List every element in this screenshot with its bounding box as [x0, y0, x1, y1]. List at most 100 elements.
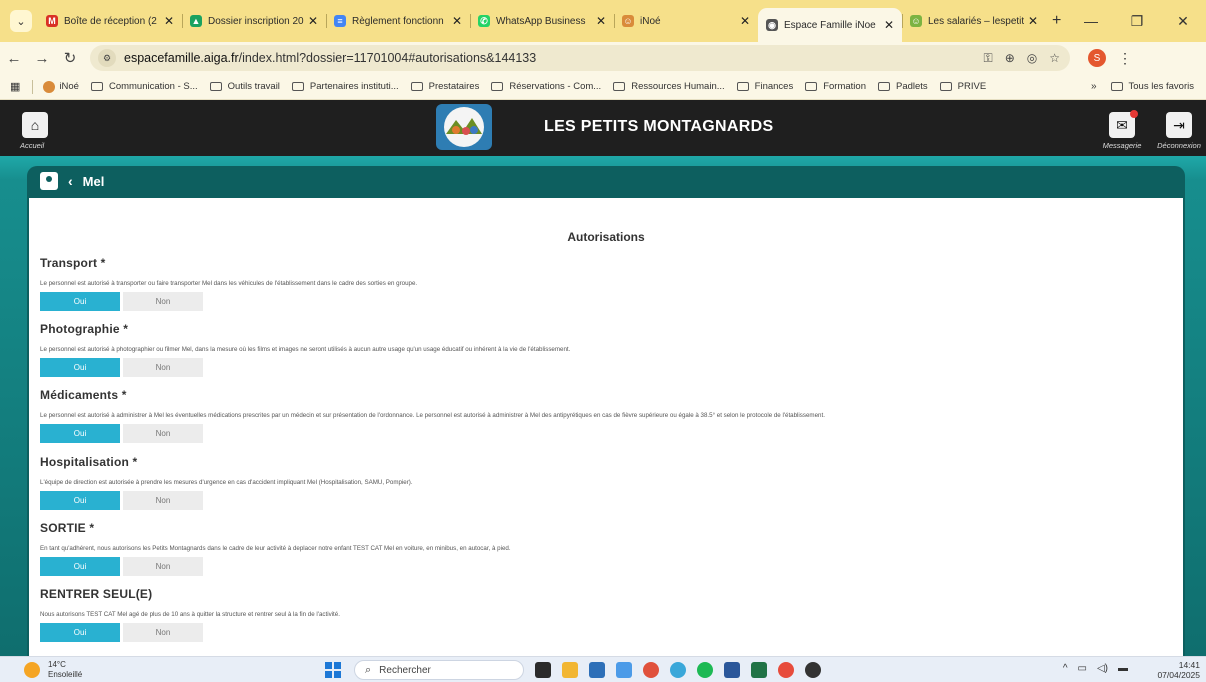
yes-button[interactable]: Oui [40, 292, 120, 311]
tab-list: M Boîte de réception (2 ✕ ▲ Dossier inscript… [38, 0, 1046, 42]
bookmarks-overflow[interactable]: » [1091, 81, 1097, 92]
bookmark-item[interactable]: Padlets [877, 81, 928, 92]
notification-dot [1130, 110, 1138, 118]
new-tab-plus-icon[interactable]: + [1052, 12, 1061, 30]
battery-icon[interactable]: ▬ [1118, 663, 1128, 674]
password-key-icon[interactable]: ⚿ [984, 51, 993, 66]
folder-icon [291, 82, 304, 91]
browser-tab[interactable]: ☺ iNoé ✕ [614, 6, 758, 36]
tab-close-icon[interactable]: ✕ [308, 14, 318, 28]
volume-icon[interactable]: ◁) [1097, 663, 1108, 674]
reload-icon[interactable]: ↻ [56, 49, 84, 67]
no-button[interactable]: Non [123, 424, 203, 443]
yes-button[interactable]: Oui [40, 358, 120, 377]
tab-search-chevron-icon[interactable]: ⌄ [10, 10, 32, 32]
forward-arrow-icon[interactable]: → [28, 50, 56, 67]
bookmark-item[interactable]: Finances [736, 81, 793, 92]
bookmark-label: Prestataires [428, 81, 480, 92]
bookmark-label: Formation [823, 81, 866, 92]
tab-close-icon[interactable]: ✕ [1028, 14, 1038, 28]
tab-close-icon[interactable]: ✕ [452, 14, 462, 28]
no-button[interactable]: Non [123, 491, 203, 510]
windows-start-icon[interactable] [325, 662, 341, 678]
excel-icon[interactable] [751, 662, 767, 678]
bookmark-item[interactable]: Formation [805, 81, 866, 92]
all-bookmarks[interactable]: Tous les favoris [1110, 81, 1194, 92]
no-button[interactable]: Non [123, 623, 203, 642]
bookmark-item[interactable]: Réservations - Com... [491, 81, 601, 92]
section-title: Transport * [40, 256, 106, 270]
calculator-icon[interactable] [616, 662, 632, 678]
yes-button[interactable]: Oui [40, 491, 120, 510]
logout-icon[interactable]: ⇥ [1166, 112, 1192, 138]
back-arrow-icon[interactable]: ← [0, 50, 28, 67]
tab-title: Les salariés – lespetit [928, 15, 1024, 27]
store-icon[interactable] [589, 662, 605, 678]
spotify-icon[interactable] [697, 662, 713, 678]
bookmark-star-icon[interactable]: ☆ [1049, 51, 1060, 66]
tracking-eye-icon[interactable]: ◎ [1027, 51, 1037, 66]
no-button[interactable]: Non [123, 292, 203, 311]
bookmark-label: Réservations - Com... [509, 81, 602, 92]
sun-icon [24, 662, 40, 678]
close-window-icon[interactable]: ✕ [1160, 13, 1206, 30]
word-icon[interactable] [724, 662, 740, 678]
home-icon[interactable]: ⌂ [22, 112, 48, 138]
taskbar-search[interactable]: ⌕ Rechercher [354, 660, 524, 680]
chrome-icon[interactable] [643, 662, 659, 678]
browser-tab[interactable]: ▲ Dossier inscription 20 ✕ [182, 6, 326, 36]
apps-grid-icon[interactable]: ▦ [10, 80, 20, 93]
inoe-favicon-icon [43, 80, 56, 93]
bookmark-item[interactable]: iNoé [43, 80, 79, 93]
file-explorer-icon[interactable] [562, 662, 578, 678]
user-icon [40, 172, 58, 190]
bookmark-item[interactable]: Ressources Humain... [613, 81, 725, 92]
bookmark-item[interactable]: Communication - S... [90, 81, 198, 92]
zoom-icon[interactable]: ⊕ [1005, 51, 1015, 66]
tab-close-icon[interactable]: ✕ [884, 18, 894, 32]
section-description: L'équipe de direction est autorisée à pr… [40, 479, 413, 486]
browser-tab[interactable]: M Boîte de réception (2 ✕ [38, 6, 182, 36]
url-bar[interactable]: ⚙ espacefamille.aiga.fr/index.html?dossi… [90, 45, 1070, 71]
browser-tab[interactable]: ◉ Espace Famille iNoe ✕ [758, 8, 902, 42]
no-button[interactable]: Non [123, 358, 203, 377]
network-icon[interactable]: ▭ [1078, 663, 1087, 674]
task-view-icon[interactable] [535, 662, 551, 678]
bookmark-item[interactable]: Outils travail [209, 81, 280, 92]
restore-icon[interactable]: ❐ [1114, 13, 1160, 30]
bookmark-item[interactable]: Partenaires instituti... [291, 81, 399, 92]
authorization-section: Photographie * Le personnel est autorisé … [40, 322, 1170, 377]
tab-close-icon[interactable]: ✕ [740, 14, 750, 28]
tab-close-icon[interactable]: ✕ [596, 14, 606, 28]
browser-menu-icon[interactable]: ⋮ [1118, 50, 1132, 67]
folder-icon [805, 82, 818, 91]
yes-no-toggle: Oui Non [40, 491, 1170, 510]
yes-button[interactable]: Oui [40, 623, 120, 642]
section-title: Médicaments * [40, 388, 127, 402]
browser-tab[interactable]: ☺ Les salariés – lespetit ✕ [902, 6, 1046, 36]
section-description: Le personnel est autorisé à administrer … [40, 412, 825, 419]
yes-button[interactable]: Oui [40, 424, 120, 443]
tray-chevron-icon[interactable]: ^ [1063, 663, 1068, 674]
browser-tab[interactable]: ✆ WhatsApp Business ✕ [470, 6, 614, 36]
windows-taskbar: 14°C Ensoleillé ⌕ Rechercher ^ ▭ ◁) ▬ 14… [0, 656, 1206, 682]
tab-close-icon[interactable]: ✕ [164, 14, 174, 28]
site-settings-icon[interactable]: ⚙ [98, 49, 116, 67]
profile-avatar[interactable]: S [1088, 49, 1106, 67]
yes-button[interactable]: Oui [40, 557, 120, 576]
bookmark-item[interactable]: PRIVE [939, 81, 987, 92]
bookmark-item[interactable]: Prestataires [410, 81, 480, 92]
app-swirl-icon[interactable] [778, 662, 794, 678]
weather-widget[interactable]: 14°C Ensoleillé [24, 660, 82, 680]
folder-icon [1110, 82, 1123, 91]
bookmark-label: PRIVE [957, 81, 987, 92]
chatgpt-icon[interactable] [805, 662, 821, 678]
clock[interactable]: 14:41 07/04/2025 [1157, 660, 1200, 680]
bookmark-label: Padlets [895, 81, 928, 92]
no-button[interactable]: Non [123, 557, 203, 576]
bookmark-label: Ressources Humain... [631, 81, 725, 92]
browser-tab[interactable]: ≡ Règlement fonctionn ✕ [326, 6, 470, 36]
canva-icon[interactable] [670, 662, 686, 678]
minimize-icon[interactable]: — [1068, 13, 1114, 29]
back-chevron-icon[interactable]: ‹ [68, 173, 73, 189]
